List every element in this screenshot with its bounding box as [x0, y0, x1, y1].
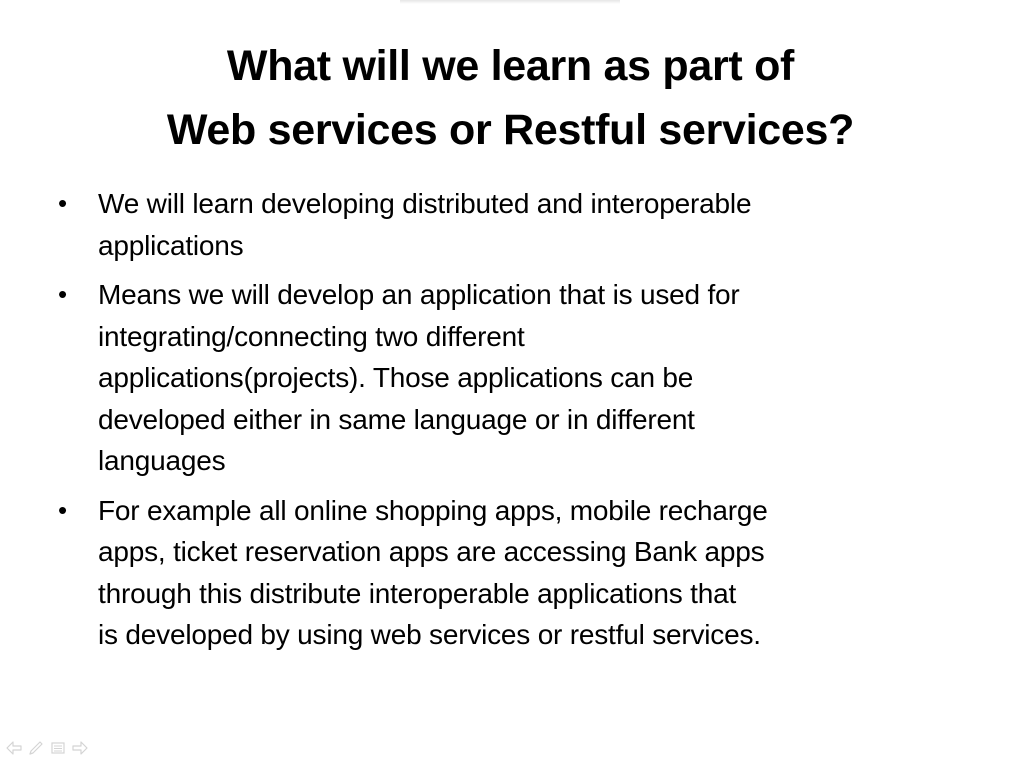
- bullet-line: Means we will develop an application tha…: [98, 279, 740, 310]
- bullet-item: • We will learn developing distributed a…: [58, 183, 958, 266]
- menu-icon[interactable]: [50, 740, 66, 756]
- next-slide-icon[interactable]: [72, 740, 88, 756]
- previous-slide-icon[interactable]: [6, 740, 22, 756]
- bullet-line: is developed by using web services or re…: [98, 619, 761, 650]
- slideshow-nav-bar: [6, 738, 88, 758]
- bullet-line: apps, ticket reservation apps are access…: [98, 536, 765, 567]
- bullet-line: applications: [98, 229, 244, 261]
- bullet-line: through this distribute interoperable ap…: [98, 577, 737, 609]
- bullet-line: For example all online shopping apps, mo…: [98, 494, 768, 526]
- bullet-line: languages: [98, 445, 226, 476]
- pen-icon[interactable]: [28, 740, 44, 756]
- slide: What will we learn as part of Web servic…: [0, 0, 1021, 766]
- bullet-line: developed either in same language or in …: [98, 403, 695, 435]
- title-line: What will we learn as part of: [226, 42, 795, 90]
- bullet-dot-icon: •: [58, 494, 68, 525]
- slide-title: What will we learn as part of Web servic…: [40, 34, 981, 162]
- bullet-dot-icon: •: [58, 279, 68, 309]
- bullet-line: integrating/connecting two different: [98, 320, 525, 352]
- bullet-list: • We will learn developing distributed a…: [58, 183, 958, 664]
- bullet-item: • Means we will develop an application t…: [58, 274, 958, 482]
- bullet-item: • For example all online shopping apps, …: [58, 490, 958, 656]
- bullet-line: We will learn developing distributed and…: [98, 188, 752, 219]
- bullet-dot-icon: •: [58, 188, 68, 218]
- title-line: Web services or Restful services?: [166, 106, 855, 154]
- bullet-line: applications(projects). Those applicatio…: [98, 362, 694, 393]
- top-shadow: [400, 0, 620, 4]
